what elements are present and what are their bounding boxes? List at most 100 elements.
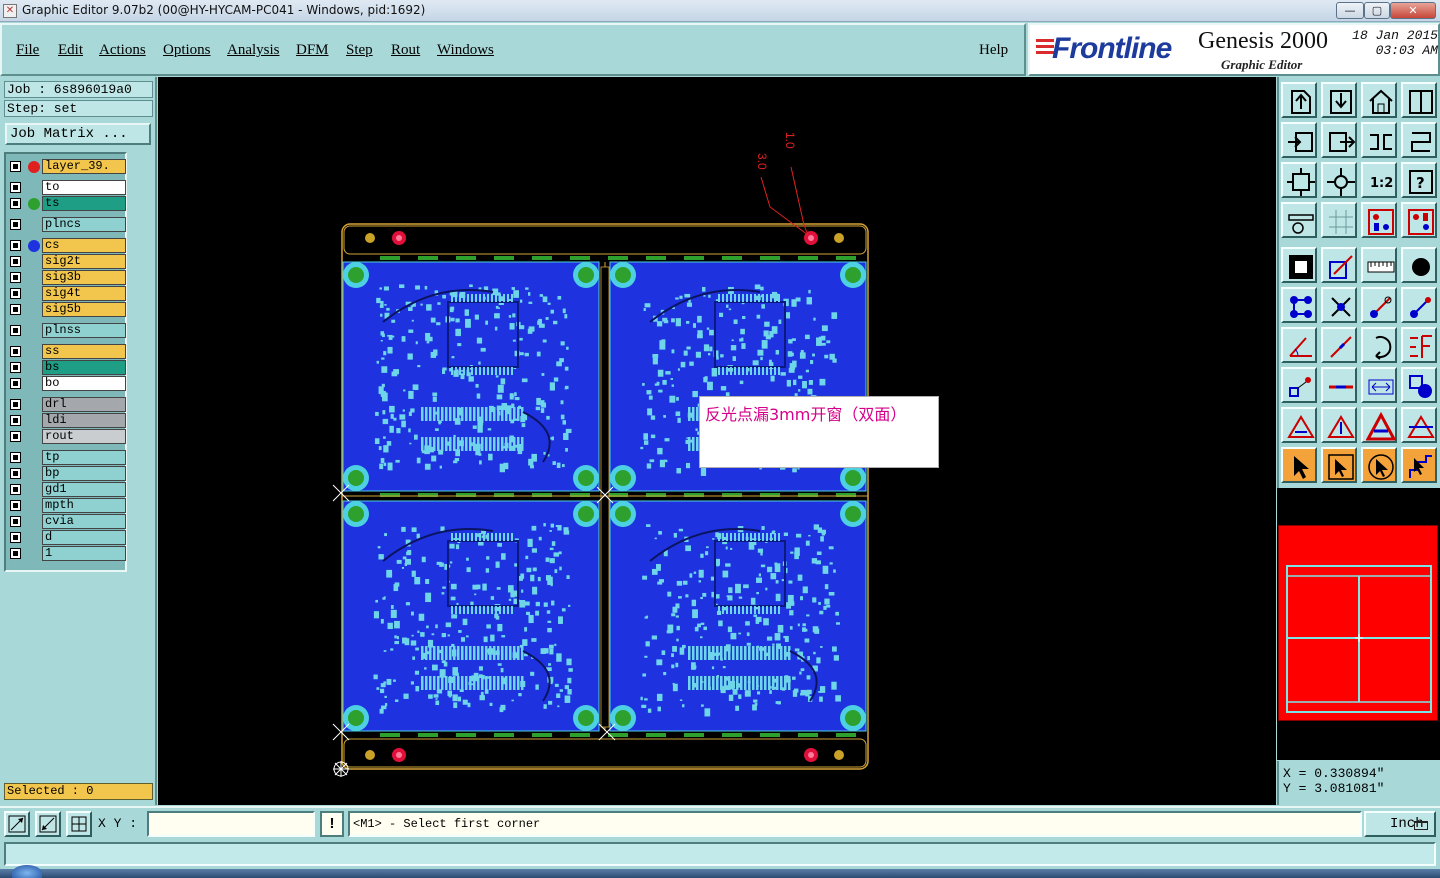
layer-row-1[interactable]: to — [8, 180, 126, 195]
menu-edit[interactable]: Edit — [58, 42, 83, 59]
layer-row-12[interactable]: bo — [8, 376, 126, 391]
layer-checkbox[interactable] — [10, 548, 21, 559]
warning-button[interactable]: ! — [320, 811, 344, 837]
layer-row-2[interactable]: ts — [8, 196, 126, 211]
layer-compare-icon[interactable] — [1361, 202, 1397, 238]
fit-width-icon[interactable] — [1361, 367, 1397, 403]
triangle-icon[interactable] — [1281, 407, 1317, 443]
minimap[interactable] — [1278, 525, 1438, 721]
zoom-home-icon[interactable] — [1321, 162, 1357, 198]
job-matrix-button[interactable]: Job Matrix ... — [5, 123, 151, 145]
line-draw-icon[interactable] — [1321, 247, 1357, 283]
grid-toggle-icon[interactable] — [1321, 202, 1357, 238]
select-pointer-icon[interactable] — [1321, 447, 1357, 483]
layer-row-17[interactable]: bp — [8, 466, 126, 481]
layer-row-13[interactable]: drl — [8, 397, 126, 412]
layer-row-14[interactable]: ldi — [8, 413, 126, 428]
layer-checkbox[interactable] — [10, 500, 21, 511]
layer-row-16[interactable]: tp — [8, 450, 126, 465]
ruler-icon[interactable] — [1361, 247, 1397, 283]
arc-angle-icon[interactable] — [1281, 327, 1317, 363]
layer-row-21[interactable]: d — [8, 530, 126, 545]
triangle-blue-icon[interactable] — [1361, 407, 1397, 443]
layer-checkbox[interactable] — [10, 399, 21, 410]
layer-checkbox[interactable] — [10, 532, 21, 543]
delete-node-icon[interactable] — [1321, 287, 1357, 323]
horizontal-line-icon[interactable] — [1321, 367, 1357, 403]
units-selector[interactable]: Inch — [1364, 811, 1436, 837]
layer-row-11[interactable]: bs — [8, 360, 126, 375]
help-icon[interactable]: ? — [1401, 162, 1437, 198]
route-pointer-icon[interactable] — [1401, 447, 1437, 483]
layer-row-4[interactable]: cs — [8, 238, 126, 253]
layer-checkbox[interactable] — [10, 198, 21, 209]
pattern-icon[interactable] — [1401, 367, 1437, 403]
scatter-icon[interactable] — [1281, 367, 1317, 403]
layer-compare-alt-icon[interactable] — [1401, 202, 1437, 238]
layer-checkbox[interactable] — [10, 161, 21, 172]
layer-checkbox[interactable] — [10, 431, 21, 442]
layer-checkbox[interactable] — [10, 288, 21, 299]
layer-row-22[interactable]: 1 — [8, 546, 126, 561]
layer-checkbox[interactable] — [10, 240, 21, 251]
layer-checkbox[interactable] — [10, 452, 21, 463]
layer-row-15[interactable]: rout — [8, 429, 126, 444]
layer-row-7[interactable]: sig4t — [8, 286, 126, 301]
layer-row-10[interactable]: ss — [8, 344, 126, 359]
layer-checkbox[interactable] — [10, 304, 21, 315]
menu-analysis[interactable]: Analysis — [227, 42, 280, 59]
step-repeat-icon[interactable] — [1401, 122, 1437, 158]
close-button[interactable]: ✕ — [1390, 2, 1436, 19]
pointer-icon[interactable] — [1281, 447, 1317, 483]
layer-checkbox[interactable] — [10, 468, 21, 479]
snap-icon[interactable] — [4, 811, 30, 837]
layer-row-5[interactable]: sig2t — [8, 254, 126, 269]
open-job-icon[interactable] — [1281, 82, 1317, 118]
import-icon[interactable] — [1281, 122, 1317, 158]
menu-actions[interactable]: Actions — [99, 42, 146, 59]
zoom-fit-icon[interactable] — [1281, 162, 1317, 198]
menu-options[interactable]: Options — [163, 42, 211, 59]
grid-icon[interactable] — [66, 811, 92, 837]
layer-row-9[interactable]: plnss — [8, 323, 126, 338]
menu-file[interactable]: File — [16, 42, 39, 59]
layer-row-8[interactable]: sig5b — [8, 302, 126, 317]
scale-1-2-icon[interactable]: 1:2 — [1361, 162, 1397, 198]
layer-checkbox[interactable] — [10, 484, 21, 495]
home-icon[interactable] — [1361, 82, 1397, 118]
measure-icon[interactable] — [35, 811, 61, 837]
layer-row-18[interactable]: gd1 — [8, 482, 126, 497]
menu-help[interactable]: Help — [979, 42, 1008, 59]
flip-text-icon[interactable] — [1401, 327, 1437, 363]
layer-checkbox[interactable] — [10, 182, 21, 193]
save-icon[interactable] — [1321, 82, 1357, 118]
minimize-button[interactable]: — — [1336, 2, 1364, 19]
layer-checkbox[interactable] — [10, 219, 21, 230]
layer-checkbox[interactable] — [10, 516, 21, 527]
layer-checkbox[interactable] — [10, 272, 21, 283]
layer-row-0[interactable]: layer_39. — [8, 159, 126, 174]
layer-checkbox[interactable] — [10, 415, 21, 426]
maximize-button[interactable]: ▢ — [1364, 2, 1390, 19]
mirror-icon[interactable] — [1361, 122, 1397, 158]
connect-nodes-icon[interactable] — [1281, 287, 1317, 323]
circle-pad-icon[interactable] — [1401, 247, 1437, 283]
menu-step[interactable]: Step — [346, 42, 373, 59]
pad-select-icon[interactable] — [1281, 247, 1317, 283]
measure-ruler-icon[interactable] — [1281, 202, 1317, 238]
layer-row-20[interactable]: cvia — [8, 514, 126, 529]
layer-checkbox[interactable] — [10, 256, 21, 267]
edit-node-icon[interactable] — [1401, 287, 1437, 323]
circle-pointer-icon[interactable] — [1361, 447, 1397, 483]
start-orb-icon[interactable] — [12, 865, 42, 878]
export-icon[interactable] — [1321, 122, 1357, 158]
rotate-arc-icon[interactable] — [1361, 327, 1397, 363]
layer-checkbox[interactable] — [10, 362, 21, 373]
slash-line-icon[interactable] — [1321, 327, 1357, 363]
graphic-canvas[interactable]: 1.0 3.0 反光点漏3mm开窗（双面） — [158, 77, 1276, 805]
menu-windows[interactable]: Windows — [437, 42, 494, 59]
layer-row-6[interactable]: sig3b — [8, 270, 126, 285]
triangle-line-icon[interactable] — [1401, 407, 1437, 443]
layer-row-3[interactable]: plncs — [8, 217, 126, 232]
layer-checkbox[interactable] — [10, 346, 21, 357]
